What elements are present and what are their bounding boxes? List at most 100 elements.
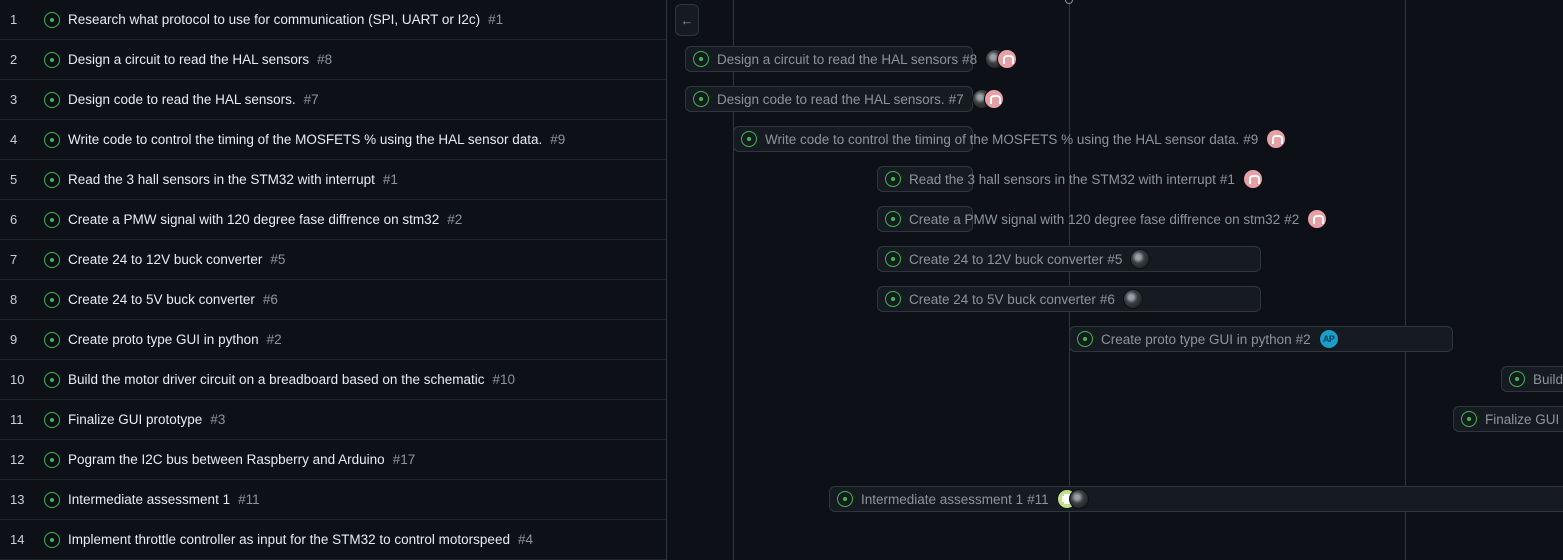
timeline-bar-label[interactable]: Create 24 to 5V buck converter #6	[885, 286, 1143, 312]
table-row[interactable]: 12 Pogram the I2C bus between Raspberry a…	[0, 440, 666, 480]
issue-opened-icon	[44, 411, 60, 428]
row-number-text: 7	[10, 252, 18, 267]
avatar[interactable]	[1068, 489, 1089, 509]
table-row[interactable]: 5 Read the 3 hall sensors in the STM32 wi…	[0, 160, 666, 200]
issue-title[interactable]: Intermediate assessment 1	[68, 492, 230, 507]
avatar[interactable]	[1266, 129, 1287, 149]
issue-title[interactable]: Create proto type GUI in python	[68, 332, 259, 347]
timeline-gridline	[1405, 0, 1406, 560]
issue-table: 1 Research what protocol to use for commu…	[0, 0, 667, 560]
table-row[interactable]: 10 Build the motor driver circuit on a br…	[0, 360, 666, 400]
issue-title[interactable]: Build the motor driver circuit on a brea…	[68, 372, 484, 387]
row-number-text: 10	[10, 372, 25, 387]
bar-title: Create a PMW signal with 120 degree fase…	[909, 211, 1281, 227]
row-number-text: 6	[10, 212, 18, 227]
issue-number: #3	[210, 412, 226, 427]
row-number: 12	[0, 452, 32, 467]
row-number: 10	[0, 372, 32, 387]
table-row[interactable]: 6 Create a PMW signal with 120 degree fas…	[0, 200, 666, 240]
table-row[interactable]: 2 Design a circuit to read the HAL sensor…	[0, 40, 666, 80]
row-number-text: 3	[10, 92, 18, 107]
table-row[interactable]: 11 Finalize GUI prototype #3	[0, 400, 666, 440]
today-marker	[1065, 0, 1073, 4]
issue-number: #11	[238, 492, 260, 507]
row-number: 7	[0, 252, 32, 267]
bar-issue-number: #2	[1284, 211, 1300, 227]
row-number-text: 11	[10, 412, 24, 427]
table-row[interactable]: 14 Implement throttle controller as input…	[0, 520, 666, 560]
row-number: 14	[0, 532, 32, 547]
issue-opened-icon	[44, 171, 60, 188]
bar-issue-number: #8	[962, 51, 978, 67]
row-number: 2	[0, 52, 32, 67]
table-row[interactable]: 1 Research what protocol to use for commu…	[0, 0, 666, 40]
bar-issue-number: #9	[1243, 131, 1259, 147]
issue-number: #17	[392, 452, 416, 467]
row-number: 3	[0, 92, 32, 107]
timeline-bar-label[interactable]: Create proto type GUI in python #2 AP	[1077, 326, 1339, 352]
issue-title[interactable]: Create 24 to 12V buck converter	[68, 252, 262, 267]
bar-title: Design a circuit to read the HAL sensors	[717, 51, 959, 67]
issue-number: #9	[550, 132, 566, 147]
timeline-bar-label[interactable]: Create 24 to 12V buck converter #5	[885, 246, 1151, 272]
issue-number: #1	[488, 12, 504, 27]
timeline-bar-label[interactable]: Intermediate assessment 1 #11	[837, 486, 1089, 512]
issue-opened-icon	[44, 91, 60, 108]
avatar[interactable]	[1307, 209, 1328, 229]
timeline-bar-label[interactable]: Write code to control the timing of the …	[741, 126, 1287, 152]
issue-title[interactable]: Create a PMW signal with 120 degree fase…	[68, 212, 439, 227]
issue-opened-icon	[44, 371, 60, 388]
timeline-bar-label[interactable]: Build	[1509, 366, 1563, 392]
issue-title[interactable]: Design code to read the HAL sensors.	[68, 92, 296, 107]
arrow-left-icon: ←	[680, 12, 694, 28]
timeline-bar-label[interactable]: Create a PMW signal with 120 degree fase…	[885, 206, 1328, 232]
issue-title[interactable]: Pogram the I2C bus between Raspberry and…	[68, 452, 385, 467]
row-number-text: 5	[10, 172, 18, 187]
issue-title[interactable]: Research what protocol to use for commun…	[68, 12, 480, 27]
row-number-text: 14	[10, 532, 25, 547]
issue-title[interactable]: Create 24 to 5V buck converter	[68, 292, 255, 307]
row-number-text: 1	[10, 12, 18, 27]
table-row[interactable]: 9 Create proto type GUI in python #2	[0, 320, 666, 360]
issue-opened-icon	[44, 131, 60, 148]
assignee-avatars	[1266, 129, 1287, 149]
issue-title[interactable]: Write code to control the timing of the …	[68, 132, 542, 147]
issue-number: #6	[262, 292, 278, 307]
avatar[interactable]	[1130, 249, 1151, 269]
assignee-avatars	[1307, 209, 1328, 229]
timeline-bar-label[interactable]: Read the 3 hall sensors in the STM32 wit…	[885, 166, 1263, 192]
issue-number: #7	[303, 92, 319, 107]
row-number: 8	[0, 292, 32, 307]
issue-opened-icon	[693, 91, 709, 107]
timeline-bar-label[interactable]: Design code to read the HAL sensors. #7	[693, 86, 1004, 112]
timeline-bar-label[interactable]: Finalize GUI	[1461, 406, 1559, 432]
issue-title[interactable]: Finalize GUI prototype	[68, 412, 202, 427]
collapse-button[interactable]: ←	[675, 4, 699, 36]
table-row[interactable]: 13 Intermediate assessment 1 #11	[0, 480, 666, 520]
bar-issue-number: #5	[1107, 251, 1123, 267]
assignee-avatars: AP	[1318, 329, 1339, 349]
timeline-bar-label[interactable]: Design a circuit to read the HAL sensors…	[693, 46, 1018, 72]
issue-opened-icon	[885, 211, 901, 227]
table-row[interactable]: 8 Create 24 to 5V buck converter #6	[0, 280, 666, 320]
row-number-text: 2	[10, 52, 18, 67]
row-number: 11	[0, 412, 32, 427]
avatar[interactable]	[997, 49, 1018, 69]
table-row[interactable]: 3 Design code to read the HAL sensors. #7	[0, 80, 666, 120]
issue-opened-icon	[44, 291, 60, 308]
table-row[interactable]: 7 Create 24 to 12V buck converter #5	[0, 240, 666, 280]
roadmap-timeline: ← Design a circuit to read the HAL senso…	[667, 0, 1563, 560]
issue-title[interactable]: Read the 3 hall sensors in the STM32 wit…	[68, 172, 375, 187]
avatar[interactable]	[1122, 289, 1143, 309]
assignee-avatars	[1056, 489, 1089, 509]
bar-title: Intermediate assessment 1	[861, 491, 1024, 507]
avatar[interactable]	[1242, 169, 1263, 189]
issue-opened-icon	[44, 11, 60, 28]
table-row[interactable]: 4 Write code to control the timing of the…	[0, 120, 666, 160]
row-number: 1	[0, 12, 32, 27]
avatar[interactable]	[983, 89, 1004, 109]
issue-title[interactable]: Implement throttle controller as input f…	[68, 532, 510, 547]
avatar[interactable]: AP	[1318, 329, 1339, 349]
bar-title: Design code to read the HAL sensors.	[717, 91, 945, 107]
issue-title[interactable]: Design a circuit to read the HAL sensors	[68, 52, 309, 67]
